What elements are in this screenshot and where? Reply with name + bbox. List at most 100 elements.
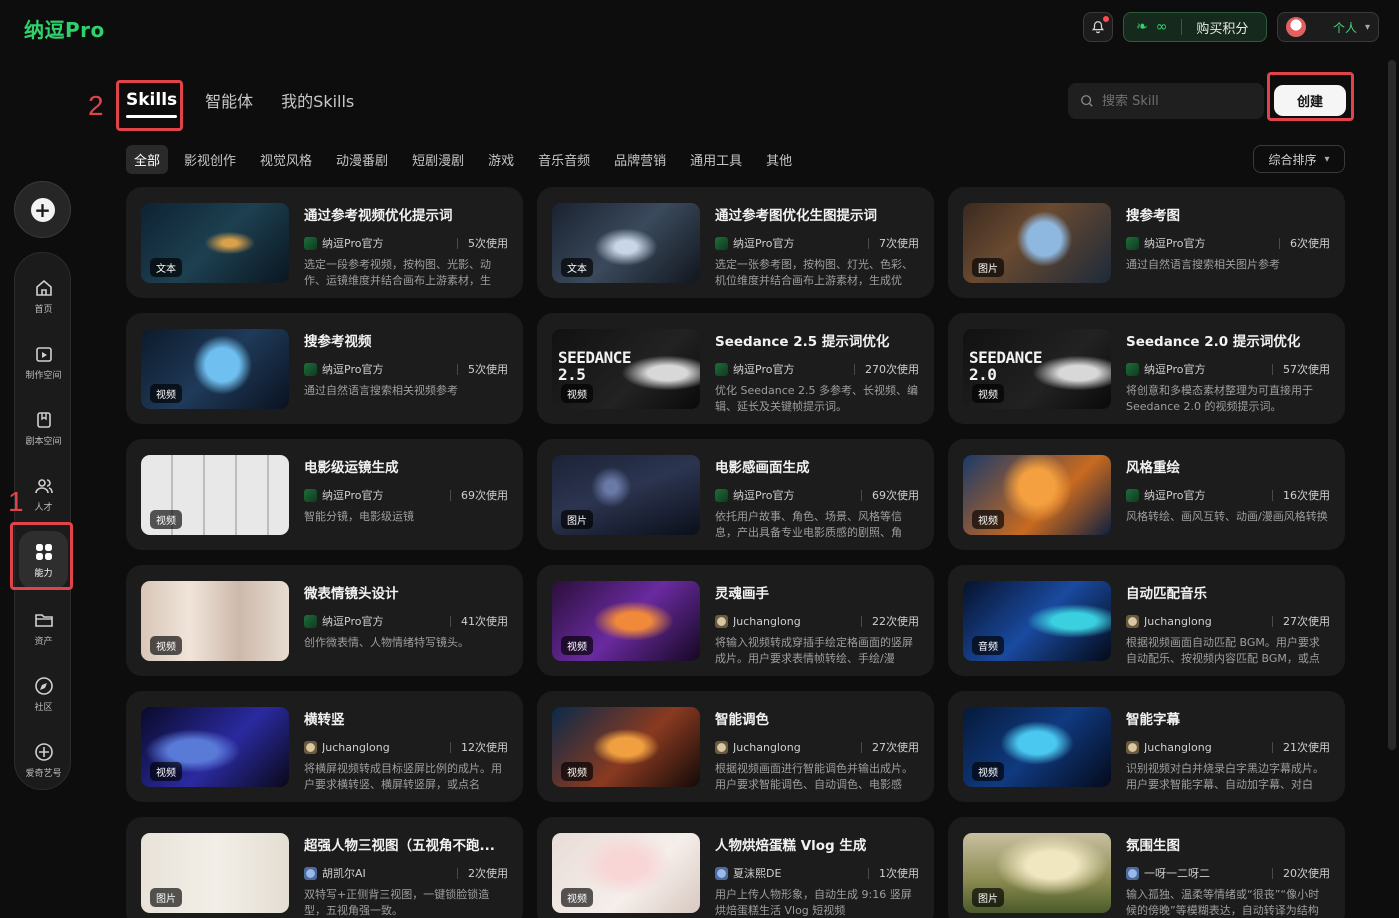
skill-thumbnail: SEEDANCE 2.5 视频 [552,329,700,409]
skill-author: 夏沫熙DE [733,867,782,880]
category-other[interactable]: 其他 [758,145,800,174]
skill-meta: 夏沫熙DE 1次使用 [715,865,919,881]
sidebar-item-community[interactable]: 社区 [15,665,72,723]
skill-card[interactable]: 图片 电影感画面生成 纳逗Pro官方 69次使用 依托用户故事、角色、场景、风格… [537,439,934,550]
skill-author: 一呀一二呀二 [1144,867,1210,880]
usage-count: 57次使用 [1283,363,1330,376]
skill-title: Seedance 2.0 提示词优化 [1126,334,1301,350]
scrollbar[interactable] [1385,0,1399,918]
tab-skills[interactable]: Skills [126,90,178,118]
category-brand[interactable]: 品牌营销 [606,145,674,174]
category-visual-style[interactable]: 视觉风格 [252,145,320,174]
skill-card[interactable]: 文本 通过参考视频优化提示词 纳逗Pro官方 5次使用 选定一段参考视频，按构图… [126,187,523,298]
skill-description: 用户上传人物形象，自动生成 9:16 竖屏烘焙蛋糕生活 Vlog 短视频 [715,888,912,917]
skill-thumbnail: 文本 [141,203,289,283]
skill-card[interactable]: 视频 人物烘焙蛋糕 Vlog 生成 夏沫熙DE 1次使用 用户上传人物形象，自动… [537,817,934,918]
skill-card[interactable]: 视频 电影级运镜生成 纳逗Pro官方 69次使用 智能分镜，电影级运镜 [126,439,523,550]
usage-count: 16次使用 [1283,489,1330,502]
skill-author: 纳逗Pro官方 [1144,237,1206,250]
skill-title: 电影级运镜生成 [304,460,399,476]
profile-dropdown[interactable]: 个人 ▾ [1277,12,1379,42]
thumbnail-text: SEEDANCE 2.5 [558,348,632,384]
app-logo[interactable]: 纳逗Pro [24,14,105,43]
type-badge: 视频 [972,384,1004,403]
usage-count: 69次使用 [872,489,919,502]
category-all[interactable]: 全部 [126,145,169,174]
skill-description: 创作微表情、人物情绪特写镜头。 [304,636,469,649]
skill-card[interactable]: 音频 自动匹配音乐 Juchanglong 27次使用 根据视频画面自动匹配 B… [948,565,1345,676]
create-button[interactable]: 创建 [1274,85,1346,116]
tab-my-skills[interactable]: 我的Skills [281,88,354,120]
skill-card[interactable]: SEEDANCE 2.5 视频 Seedance 2.5 提示词优化 纳逗Pro… [537,313,934,424]
sort-label: 综合排序 [1268,152,1317,167]
sidebar-item-label: 人才 [34,502,53,513]
skill-meta: Juchanglong 27次使用 [715,739,919,755]
skill-meta: Juchanglong 21次使用 [1126,739,1330,755]
usage-count: 2次使用 [468,867,508,880]
skill-thumbnail: 视频 [141,707,289,787]
skill-author: 胡凯尔AI [322,867,366,880]
skill-description: 依托用户故事、角色、场景、风格等信息，产出具备专业电影质感的剧照、角色... [715,510,902,539]
sidebar-item-home[interactable]: 首页 [15,267,72,325]
skill-thumbnail: 视频 [552,581,700,661]
author-avatar [715,488,728,502]
category-film[interactable]: 影视创作 [176,145,244,174]
divider [1272,741,1273,753]
usage-count: 41次使用 [461,615,508,628]
skill-title: 人物烘焙蛋糕 Vlog 生成 [715,838,867,854]
skill-card[interactable]: 图片 氛围生图 一呀一二呀二 20次使用 输入孤独、温柔等情绪或“很丧”“像小时… [948,817,1345,918]
skill-description: 智能分镜，电影级运镜 [304,510,414,523]
author-avatar [715,614,728,628]
category-games[interactable]: 游戏 [480,145,522,174]
skill-description: 选定一张参考图，按构图、灯光、色彩、机位维度并结合画布上游素材，生成优化... [715,258,913,287]
credits-button[interactable]: ❧ ∞ 购买积分 [1123,12,1267,42]
skill-author: Juchanglong [1144,614,1212,628]
skill-description: 将输入视频转成穿插手绘定格画面的竖屏成片。用户要求表情帧转绘、手绘/漫画/... [715,636,913,665]
skill-card[interactable]: 视频 智能字幕 Juchanglong 21次使用 识别视频对白并烧录白字黑边字… [948,691,1345,802]
type-badge: 视频 [972,510,1004,529]
divider [450,489,451,501]
skill-card[interactable]: 视频 搜参考视频 纳逗Pro官方 5次使用 通过自然语言搜索相关视频参考 [126,313,523,424]
sidebar-item-script[interactable]: 剧本空间 [15,399,72,457]
skill-card[interactable]: 文本 通过参考图优化生图提示词 纳逗Pro官方 7次使用 选定一张参考图，按构图… [537,187,934,298]
skill-title: 通过参考图优化生图提示词 [715,208,877,224]
skill-card[interactable]: 图片 超强人物三视图（五视角不跑... 胡凯尔AI 2次使用 双特写+正侧背三视… [126,817,523,918]
skill-meta: 纳逗Pro官方 7次使用 [715,235,919,251]
plus-circle-icon [34,742,53,761]
skill-meta: 胡凯尔AI 2次使用 [304,865,508,881]
sidebar-item-assets[interactable]: 资产 [15,599,72,657]
skill-card[interactable]: 图片 搜参考图 纳逗Pro官方 6次使用 通过自然语言搜索相关图片参考 [948,187,1345,298]
skill-author: Juchanglong [1144,740,1212,754]
skill-author: 纳逗Pro官方 [322,237,384,250]
skill-card[interactable]: 视频 横转竖 Juchanglong 12次使用 将横屏视频转成目标竖屏比例的成… [126,691,523,802]
category-tools[interactable]: 通用工具 [682,145,750,174]
skill-thumbnail: 视频 [141,329,289,409]
skill-card[interactable]: 视频 微表情镜头设计 纳逗Pro官方 41次使用 创作微表情、人物情绪特写镜头。 [126,565,523,676]
type-badge: 视频 [972,762,1004,781]
skill-description: 优化 Seedance 2.5 多参考、长视频、编辑、延长及关键帧提示词。 [715,384,919,413]
category-music[interactable]: 音乐音频 [530,145,598,174]
search-input[interactable] [1102,93,1242,109]
category-short-drama[interactable]: 短剧漫剧 [404,145,472,174]
skill-title: 智能调色 [715,712,769,728]
skill-card[interactable]: 视频 灵魂画手 Juchanglong 22次使用 将输入视频转成穿插手绘定格画… [537,565,934,676]
sidebar-item-label: 社区 [34,702,53,713]
scrollbar-thumb[interactable] [1388,60,1396,750]
category-anime[interactable]: 动漫番剧 [328,145,396,174]
sort-dropdown[interactable]: 综合排序 ▾ [1253,145,1345,173]
skill-thumbnail: 图片 [141,833,289,913]
author-avatar [1126,740,1139,754]
chevron-down-icon: ▾ [1364,21,1370,33]
skill-card[interactable]: SEEDANCE 2.0 视频 Seedance 2.0 提示词优化 纳逗Pro… [948,313,1345,424]
notification-button[interactable] [1083,12,1113,42]
sidebar-item-workspace[interactable]: 制作空间 [15,333,72,391]
type-badge: 图片 [150,888,182,907]
type-badge: 视频 [150,384,182,403]
create-new-button[interactable]: + [14,181,71,238]
sidebar-item-channel[interactable]: 爱奇艺号 [15,731,72,789]
skill-card[interactable]: 视频 智能调色 Juchanglong 27次使用 根据视频画面进行智能调色并输… [537,691,934,802]
skill-card[interactable]: 视频 风格重绘 纳逗Pro官方 16次使用 风格转绘、画风互转、动画/漫画风格转… [948,439,1345,550]
tab-agents[interactable]: 智能体 [205,88,253,120]
skill-meta: 一呀一二呀二 20次使用 [1126,865,1330,881]
skill-meta: 纳逗Pro官方 41次使用 [304,613,508,629]
